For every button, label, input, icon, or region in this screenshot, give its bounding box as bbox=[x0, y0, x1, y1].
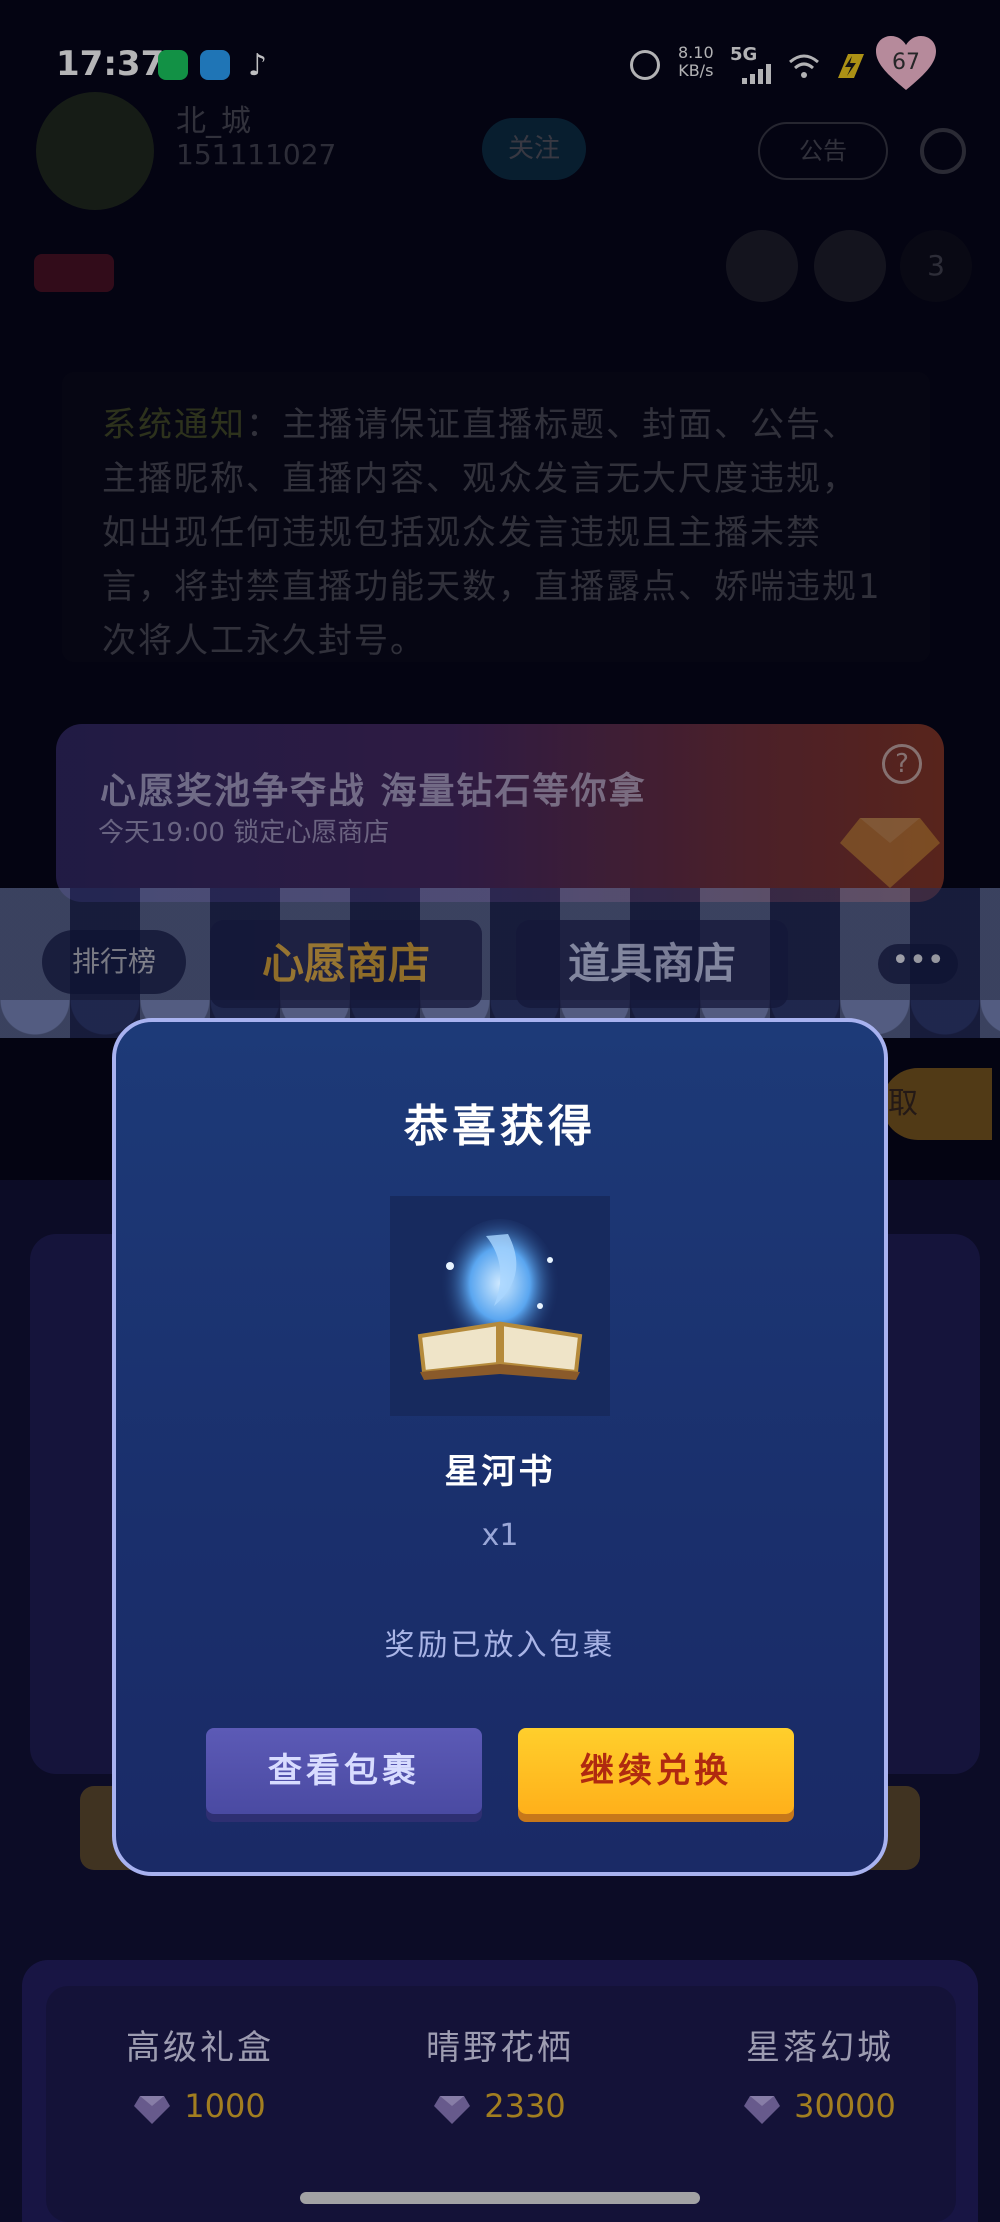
gift-quantity: x1 bbox=[481, 1518, 519, 1553]
dialog-title: 恭喜获得 bbox=[404, 1101, 596, 1152]
reward-tip: 奖励已放入包裹 bbox=[384, 1628, 616, 1663]
book-icon bbox=[417, 1219, 583, 1380]
gift-name: 星河书 bbox=[444, 1452, 556, 1492]
view-backpack-button[interactable]: 查看包裹 bbox=[206, 1728, 482, 1814]
gift-image-frame bbox=[390, 1196, 610, 1416]
continue-exchange-button[interactable]: 继续兑换 bbox=[518, 1728, 794, 1814]
